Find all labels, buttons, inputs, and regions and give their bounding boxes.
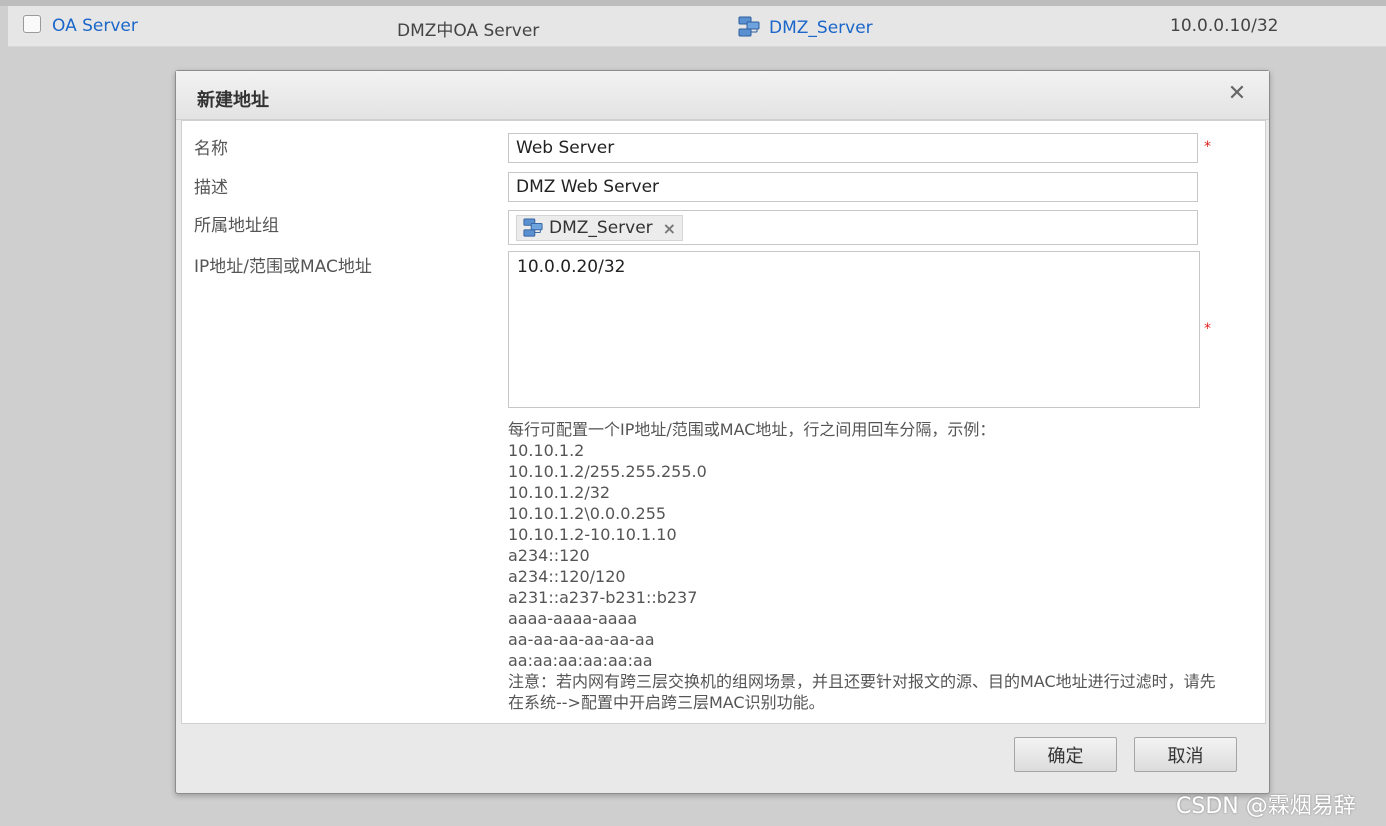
row-checkbox[interactable] <box>23 15 41 33</box>
required-mark: * <box>1204 139 1211 155</box>
description-field[interactable] <box>509 173 1197 201</box>
table-row[interactable]: OA Server DMZ中OA Server DMZ_Server 10.0.… <box>8 6 1386 47</box>
group-label: 所属地址组 <box>194 216 279 236</box>
confirm-button[interactable]: 确定 <box>1014 737 1117 772</box>
description-field-box <box>508 172 1198 202</box>
dialog-title: 新建地址 <box>197 90 269 111</box>
help-example: 10.10.1.2/32 <box>508 483 611 502</box>
ip-label: IP地址/范围或MAC地址 <box>194 257 372 277</box>
dialog-form: 名称 * 描述 所属地址组 DMZ_Server × IP地址/范围 <box>181 120 1266 724</box>
name-field-box <box>508 133 1198 163</box>
row-description: DMZ中OA Server <box>397 21 540 41</box>
row-name-link[interactable]: OA Server <box>52 16 138 36</box>
help-example: aa:aa:aa:aa:aa:aa <box>508 651 653 670</box>
help-example: 10.10.1.2-10.10.1.10 <box>508 525 677 544</box>
row-group-link[interactable]: DMZ_Server <box>769 18 873 38</box>
ip-help-text: 每行可配置一个IP地址/范围或MAC地址，行之间用回车分隔，示例： 10.10.… <box>508 419 1228 713</box>
tag-remove-icon[interactable]: × <box>663 219 676 238</box>
required-mark: * <box>1204 321 1211 337</box>
description-label: 描述 <box>194 178 228 198</box>
cancel-button[interactable]: 取消 <box>1134 737 1237 772</box>
watermark: CSDN @霖烟易辞 <box>1176 794 1356 819</box>
help-example: a234::120 <box>508 546 590 565</box>
group-tag: DMZ_Server × <box>516 215 684 241</box>
help-intro: 每行可配置一个IP地址/范围或MAC地址，行之间用回车分隔，示例： <box>508 420 996 439</box>
help-example: a231::a237-b231::b237 <box>508 588 698 607</box>
server-group-icon <box>738 16 760 37</box>
ip-textarea[interactable] <box>509 252 1199 407</box>
name-field[interactable] <box>509 134 1197 162</box>
help-example: 10.10.1.2 <box>508 441 585 460</box>
new-address-dialog: 新建地址 ✕ 名称 * 描述 所属地址组 DMZ_Server × <box>175 70 1270 794</box>
group-select[interactable]: DMZ_Server × <box>508 210 1198 245</box>
ip-textarea-box <box>508 251 1200 408</box>
help-note: 注意：若内网有跨三层交换机的组网场景，并且还要针对报文的源、目的MAC地址进行过… <box>508 672 1216 712</box>
group-tag-label: DMZ_Server <box>549 218 653 238</box>
name-label: 名称 <box>194 139 228 159</box>
help-example: 10.10.1.2/255.255.255.0 <box>508 462 707 481</box>
help-example: aaaa-aaaa-aaaa <box>508 609 638 628</box>
help-example: aa-aa-aa-aa-aa-aa <box>508 630 655 649</box>
help-example: a234::120/120 <box>508 567 626 586</box>
help-example: 10.10.1.2\0.0.0.255 <box>508 504 667 523</box>
server-group-icon <box>523 218 543 237</box>
dialog-header: 新建地址 ✕ <box>176 71 1269 120</box>
row-ip: 10.0.0.10/32 <box>1170 16 1279 36</box>
close-icon[interactable]: ✕ <box>1226 83 1248 105</box>
